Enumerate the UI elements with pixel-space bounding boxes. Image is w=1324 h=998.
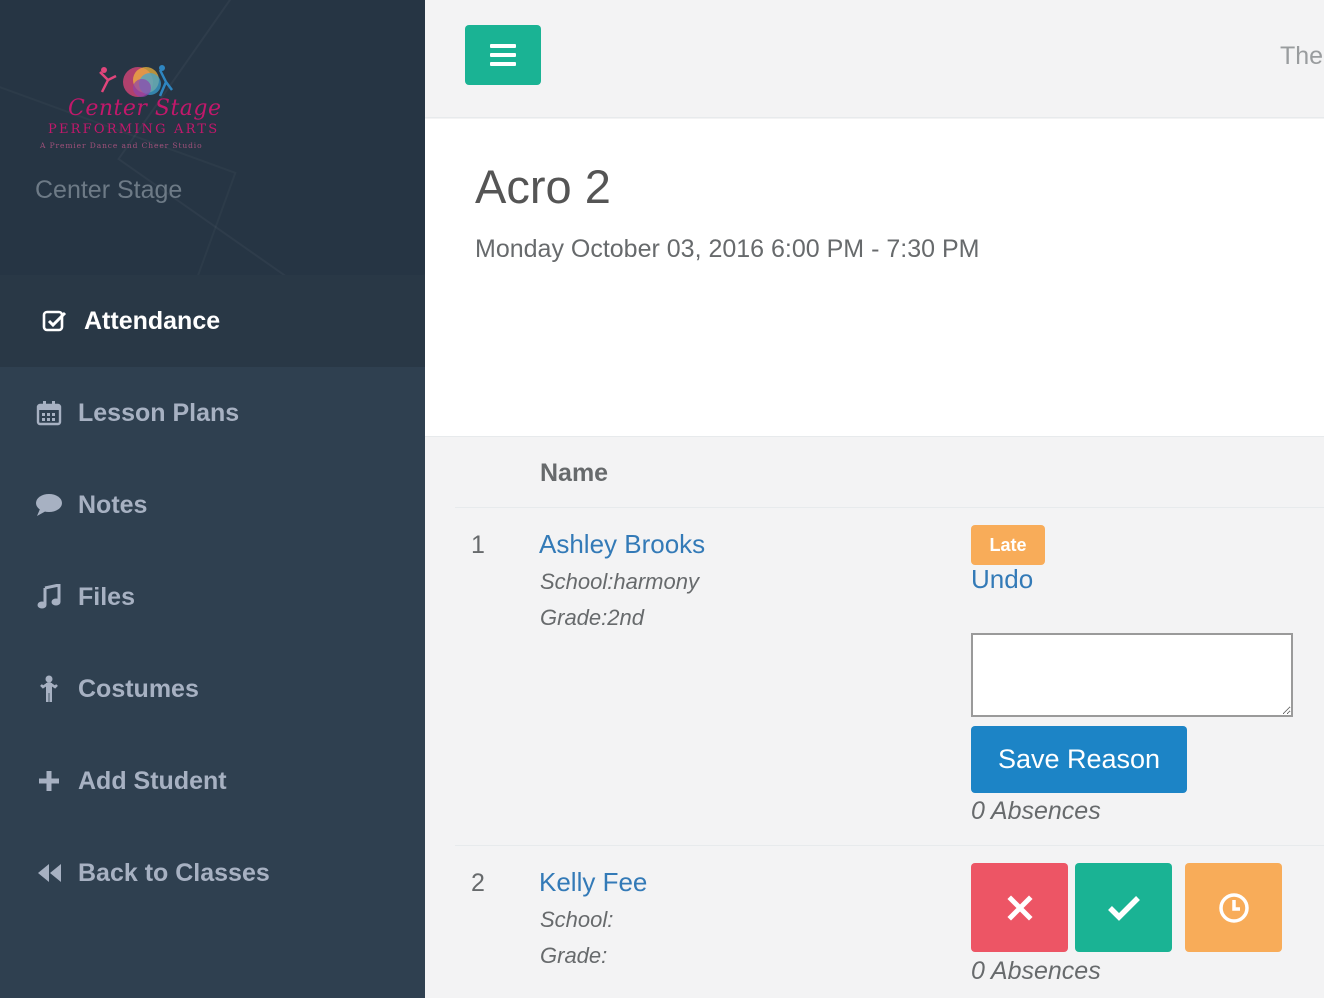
sidebar-item-label: Back to Classes [78, 858, 270, 887]
page-title: Acro 2 [475, 160, 611, 213]
hamburger-icon [490, 62, 516, 66]
sidebar-item-notes[interactable]: Notes [0, 459, 425, 551]
sidebar-item-label: Lesson Plans [78, 398, 240, 427]
undo-link[interactable]: Undo [971, 564, 1033, 595]
reason-textarea[interactable] [971, 633, 1293, 717]
check-square-icon [40, 306, 70, 336]
student-name-link[interactable]: Ashley Brooks [539, 529, 705, 560]
divider [455, 507, 1324, 508]
attendance-table: Name 1 Ashley Brooks School:harmony Grad… [425, 437, 1324, 998]
sidebar-item-attendance[interactable]: Attendance [0, 275, 425, 367]
backward-icon [34, 858, 64, 888]
divider [455, 845, 1324, 846]
logo-tagline: A Premier Dance and Cheer Studio [40, 141, 203, 150]
absences-count: 0 Absences [971, 957, 1101, 985]
comment-icon [34, 490, 64, 520]
absences-count: 0 Absences [971, 797, 1101, 825]
row-number: 1 [471, 531, 485, 559]
logo-script-text: Center Stage [68, 96, 222, 121]
sidebar-item-label: Attendance [84, 306, 221, 335]
top-bar-text: The [1280, 42, 1324, 70]
calendar-icon [34, 398, 64, 428]
column-header-name: Name [540, 459, 609, 487]
sidebar-item-label: Costumes [78, 674, 199, 703]
student-school: School:harmony [540, 569, 699, 594]
top-bar: The [425, 0, 1324, 118]
sidebar-item-label: Files [78, 582, 135, 611]
clock-icon [1218, 892, 1249, 923]
student-grade: Grade: [540, 943, 608, 968]
sidebar-item-back-to-classes[interactable]: Back to Classes [0, 827, 425, 919]
check-icon [1107, 895, 1140, 921]
sidebar-item-lesson-plans[interactable]: Lesson Plans [0, 367, 425, 459]
student-name-link[interactable]: Kelly Fee [539, 867, 647, 898]
student-school: School: [540, 907, 614, 932]
sidebar-header: Center Stage PERFORMING ARTS A Premier D… [0, 0, 425, 275]
mark-late-button[interactable] [1185, 863, 1282, 952]
sidebar-item-label: Add Student [78, 766, 227, 795]
hamburger-icon [490, 53, 516, 57]
sidebar-item-costumes[interactable]: Costumes [0, 643, 425, 735]
close-icon [1006, 894, 1033, 921]
mark-present-button[interactable] [1075, 863, 1172, 952]
organization-name: Center Stage [35, 176, 183, 204]
mark-absent-button[interactable] [971, 863, 1068, 952]
sidebar-item-add-student[interactable]: Add Student [0, 735, 425, 827]
menu-toggle-button[interactable] [465, 25, 541, 85]
status-badge: Late [971, 525, 1045, 565]
save-reason-button[interactable]: Save Reason [971, 726, 1187, 793]
logo-caps-text: PERFORMING ARTS [48, 122, 220, 137]
class-header: Acro 2 Monday October 03, 2016 6:00 PM -… [425, 119, 1324, 437]
student-grade: Grade:2nd [540, 605, 644, 630]
music-icon [34, 582, 64, 612]
hamburger-icon [490, 44, 516, 48]
plus-icon [34, 766, 64, 796]
studio-logo: Center Stage PERFORMING ARTS A Premier D… [38, 62, 234, 154]
row-number: 2 [471, 869, 485, 897]
sidebar-item-files[interactable]: Files [0, 551, 425, 643]
sidebar: Center Stage PERFORMING ARTS A Premier D… [0, 0, 425, 998]
class-datetime: Monday October 03, 2016 6:00 PM - 7:30 P… [475, 235, 980, 263]
sidebar-item-label: Notes [78, 490, 148, 519]
child-icon [34, 674, 64, 704]
